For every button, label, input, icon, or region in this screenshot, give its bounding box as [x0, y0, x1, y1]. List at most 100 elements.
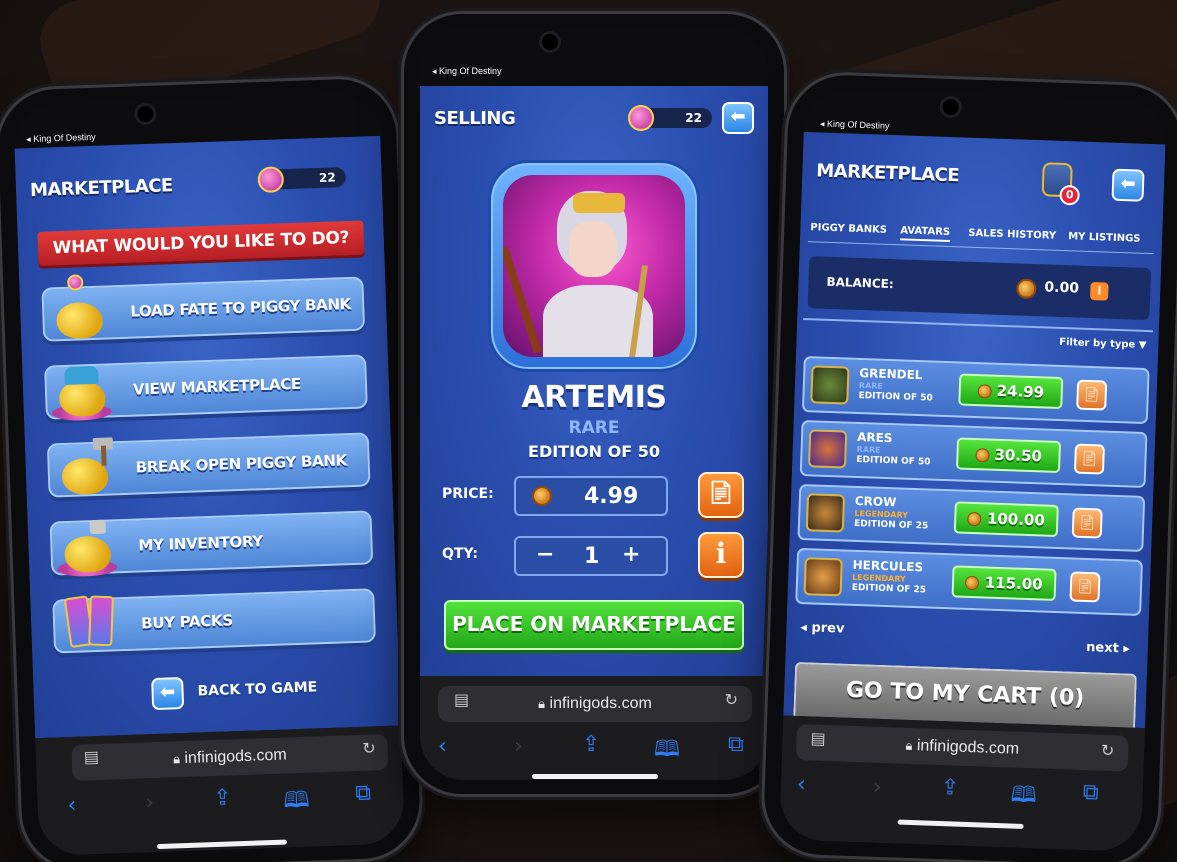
load-fate-button[interactable]: LOAD FATE TO PIGGY BANK: [41, 274, 366, 342]
back-arrow-icon[interactable]: ⬅: [1111, 168, 1145, 202]
price-history-icon[interactable]: 📄︎: [1073, 443, 1105, 475]
address-bar[interactable]: 🔒︎ infinigods.com: [795, 724, 1129, 772]
grendel-thumbnail: [810, 365, 850, 405]
price-history-button[interactable]: 📄︎: [698, 472, 744, 518]
view-marketplace-button[interactable]: VIEW MARKETPLACE: [44, 354, 368, 422]
back-arrow-icon[interactable]: ⬅: [722, 102, 754, 134]
tabs-icon[interactable]: ⧉: [355, 781, 372, 807]
tab-layout-icon[interactable]: ▤: [454, 690, 469, 709]
browser-forward-icon[interactable]: ›: [145, 790, 155, 815]
balance-info-icon[interactable]: i: [1090, 281, 1109, 301]
tabs-icon[interactable]: ⧉: [1082, 780, 1099, 806]
item-rarity: RARE: [568, 418, 620, 438]
filter-dropdown[interactable]: Filter by type ▼: [1059, 337, 1147, 351]
tab-avatars[interactable]: AVATARS: [899, 225, 951, 243]
listing-edition: EDITION OF 25: [851, 582, 927, 596]
right-screen: ◂ King Of Destiny MARKETPLACE 0 ⬅ PIGGY …: [778, 87, 1168, 853]
listing-rarity: RARE: [858, 380, 884, 391]
price-history-icon: 📄︎: [707, 481, 735, 506]
tabs-icon[interactable]: ⧉: [728, 732, 744, 757]
back-to-app-link[interactable]: ◂ King Of Destiny: [820, 118, 890, 131]
coin-icon: [977, 383, 992, 399]
break-piggy-bank-button[interactable]: BREAK OPEN PIGGY BANK: [46, 432, 371, 498]
marketplace-pig-icon: [50, 359, 118, 422]
next-page-link[interactable]: next ▸: [1086, 640, 1130, 657]
info-button[interactable]: i: [698, 532, 744, 578]
listing-row[interactable]: GRENDEL RARE EDITION OF 50 24.99 📄︎: [801, 356, 1150, 425]
share-icon[interactable]: ⇪: [940, 775, 959, 801]
listing-price: 100.00: [986, 509, 1046, 530]
menu-label: BUY PACKS: [140, 611, 234, 633]
place-on-marketplace-button[interactable]: PLACE ON MARKETPLACE: [444, 600, 744, 650]
browser-forward-icon[interactable]: ›: [872, 775, 882, 800]
coin-icon: [965, 575, 980, 590]
price-history-icon[interactable]: 📄︎: [1076, 379, 1108, 411]
fate-count: 22: [685, 111, 702, 125]
share-icon[interactable]: ⇪: [582, 732, 600, 757]
reload-icon[interactable]: ↻: [1101, 741, 1115, 760]
bookmarks-icon[interactable]: 🕮︎: [654, 732, 680, 770]
inventory-pig-icon: [55, 515, 123, 578]
browser-forward-icon[interactable]: ›: [514, 734, 523, 759]
share-icon[interactable]: ⇪: [213, 785, 232, 811]
browser-toolbar: 🔒︎ infinigods.com ▤ ↻ ‹ › ⇪ 🕮︎ ⧉: [35, 725, 406, 857]
address-bar[interactable]: 🔒︎ infinigods.com: [71, 733, 389, 781]
listing-row[interactable]: ARES RARE EDITION OF 50 30.50 📄︎: [799, 419, 1148, 489]
back-to-game-link[interactable]: BACK TO GAME: [197, 679, 317, 699]
buy-packs-button[interactable]: BUY PACKS: [52, 588, 376, 655]
qty-label: QTY:: [442, 546, 478, 562]
address-bar[interactable]: 🔒︎ infinigods.com: [438, 686, 752, 722]
bookmarks-icon[interactable]: 🕮︎: [1010, 778, 1037, 817]
card-packs-icon: [58, 593, 126, 655]
item-edition: EDITION OF 50: [528, 442, 660, 461]
center-screen: ◂ King Of Destiny SELLING 22 ⬅ ARTEMIS R…: [420, 28, 768, 780]
page-title: SELLING: [434, 108, 516, 129]
browser-back-icon[interactable]: ‹: [796, 772, 806, 797]
tab-my-listings[interactable]: MY LISTINGS: [1068, 231, 1141, 245]
bookmarks-icon[interactable]: 🕮︎: [283, 783, 310, 822]
back-to-app-link[interactable]: ◂ King Of Destiny: [26, 132, 96, 145]
my-inventory-button[interactable]: MY INVENTORY: [49, 510, 374, 578]
balance-panel: BALANCE: 0.00 i: [807, 256, 1152, 321]
tab-layout-icon[interactable]: ▤: [810, 728, 826, 748]
tab-piggy-banks[interactable]: PIGGY BANKS: [810, 222, 887, 236]
fate-gem-icon: [628, 105, 654, 131]
hercules-thumbnail: [803, 557, 843, 597]
listing-rarity: LEGENDARY: [852, 572, 906, 584]
listing-edition: EDITION OF 50: [856, 454, 931, 468]
price-input[interactable]: 4.99: [514, 476, 668, 516]
lock-icon: 🔒︎: [905, 737, 913, 754]
qty-decrement-button[interactable]: −: [536, 542, 554, 567]
price-history-icon[interactable]: 📄︎: [1069, 571, 1101, 603]
buy-price-button[interactable]: 30.50: [956, 437, 1062, 474]
divider: [803, 317, 1153, 333]
buy-price-button[interactable]: 24.99: [958, 373, 1064, 410]
listing-row[interactable]: CROW LEGENDARY EDITION OF 25 100.00 📄︎: [797, 483, 1146, 552]
listing-rarity: RARE: [856, 444, 881, 455]
info-icon: i: [715, 537, 727, 570]
listing-price: 30.50: [994, 445, 1043, 466]
buy-price-button[interactable]: 115.00: [951, 565, 1057, 601]
reload-icon[interactable]: ↻: [362, 738, 376, 757]
camera-icon: [542, 34, 558, 50]
browser-toolbar: 🔒︎ infinigods.com ▤ ↻ ‹ › ⇪ 🕮︎ ⧉: [420, 676, 768, 780]
back-arrow-icon[interactable]: ⬅: [151, 677, 185, 711]
url-text: infinigods.com: [916, 737, 1020, 758]
cart-count-badge: 0: [1059, 184, 1080, 206]
coin-icon: [1016, 278, 1037, 300]
tab-sales-history[interactable]: SALES HISTORY: [968, 228, 1056, 242]
listing-rarity: LEGENDARY: [854, 508, 909, 520]
tab-layout-icon[interactable]: ▤: [83, 747, 99, 767]
listing-name: GRENDEL: [859, 365, 923, 383]
browser-back-icon[interactable]: ‹: [67, 793, 77, 818]
browser-back-icon[interactable]: ‹: [438, 734, 447, 759]
prev-page-link[interactable]: ◂ prev: [800, 620, 845, 637]
back-to-app-link[interactable]: ◂ King Of Destiny: [432, 66, 502, 77]
ares-thumbnail: [807, 429, 848, 469]
buy-price-button[interactable]: 100.00: [953, 501, 1059, 537]
price-history-icon[interactable]: 📄︎: [1071, 507, 1103, 539]
reload-icon[interactable]: ↻: [725, 690, 738, 709]
listing-row[interactable]: HERCULES LEGENDARY EDITION OF 25 115.00 …: [795, 547, 1143, 616]
qty-increment-button[interactable]: +: [622, 542, 640, 567]
prompt-banner: WHAT WOULD YOU LIKE TO DO?: [37, 220, 365, 266]
